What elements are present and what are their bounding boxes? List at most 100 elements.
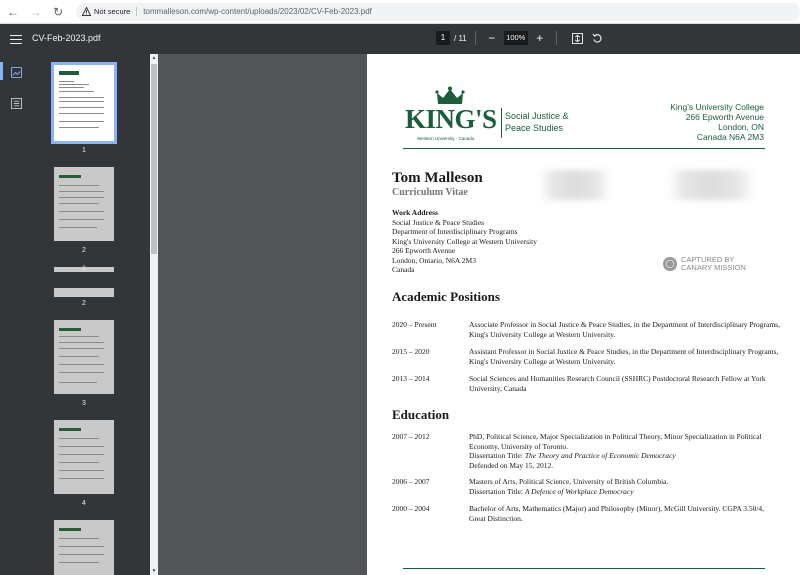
thumbnail-page-2[interactable]: [54, 167, 114, 241]
scroll-down-icon[interactable]: ▼: [151, 568, 157, 574]
work-address-line: 266 Epworth Avenue: [392, 246, 456, 255]
logo-divider: [501, 108, 502, 138]
education-entry: 2007 – 2012 PhD, Political Science, Majo…: [392, 432, 782, 470]
education-entry: 2006 – 2007 Masters of Arts, Political S…: [392, 477, 782, 496]
zoom-in-icon[interactable]: +: [532, 31, 548, 45]
forward-arrow-icon[interactable]: →: [26, 2, 46, 22]
cv-name: Tom Malleson: [392, 170, 483, 186]
entry-years: 2007 – 2012: [392, 432, 430, 441]
thumbnail-scrollbar[interactable]: ▲ ▼: [150, 54, 158, 575]
file-title: CV-Feb-2023.pdf: [32, 33, 101, 43]
warning-icon: [82, 7, 92, 16]
work-address-line: Social Justice & Peace Studies: [392, 217, 485, 227]
work-address-line: Department of Interdisciplinary Programs: [392, 227, 518, 236]
address-line: Canada N6A 2M3: [696, 132, 764, 142]
entry-years: 2013 – 2014: [392, 374, 430, 383]
entry-description: Masters of Arts, Political Science, Univ…: [469, 477, 782, 496]
outline-icon[interactable]: [11, 96, 23, 109]
total-pages: / 11: [454, 33, 467, 43]
menu-icon[interactable]: [10, 32, 22, 46]
entry-description: PhD, Political Science, Major Specializa…: [469, 432, 782, 470]
logo-subtitle: Social Justice & Peace Studies: [505, 111, 569, 133]
crown-icon: [435, 86, 465, 104]
logo-wordmark: KING'S: [405, 104, 497, 134]
address-line: London, ON: [718, 122, 764, 132]
toolbar-divider-2: [555, 31, 557, 45]
work-address: Work Address Social Justice & Peace Stud…: [392, 208, 537, 275]
kings-logo: KING'S Social Justice & Peace Studies We…: [403, 84, 583, 144]
pdf-page: KING'S Social Justice & Peace Studies We…: [367, 54, 800, 575]
work-address-line: King's University College at Western Uni…: [392, 236, 537, 246]
academic-entry: 2020 – Present Associate Professor in So…: [392, 320, 782, 339]
dissertation-line: Dissertation Title: A Defence of Workpla…: [469, 487, 782, 497]
entry-years: 2000 – 2004: [392, 504, 430, 513]
college-address: King's University College 266 Epworth Av…: [670, 102, 764, 142]
scroll-up-icon[interactable]: ▲: [151, 55, 157, 61]
page-controls: 1 / 11 − 100% +: [436, 31, 605, 45]
thumbnail-page-3[interactable]: [54, 320, 114, 394]
thumbnail-page-1[interactable]: [51, 62, 117, 144]
work-address-label: Work Address: [392, 208, 438, 217]
entry-description: Associate Professor in Social Justice & …: [469, 320, 780, 339]
toolbar-divider: [474, 31, 476, 45]
scrollbar-thumb[interactable]: [151, 64, 157, 254]
address-line: King's University College: [670, 102, 764, 112]
browser-address-bar: ← → ↻ Not secure tommalleson.com/wp-cont…: [0, 0, 800, 24]
education-heading: Education: [392, 407, 450, 422]
entry-description: Social Sciences and Humanities Research …: [469, 374, 766, 393]
thumbnail-page-4[interactable]: [54, 420, 114, 494]
thumbnail-label: 2: [82, 247, 86, 254]
back-arrow-icon[interactable]: ←: [3, 2, 23, 22]
entry-description: Assistant Professor in Social Justice & …: [469, 347, 779, 366]
dissertation-label: Dissertation Title:: [469, 451, 525, 460]
degree-line: Masters of Arts, Political Science, Univ…: [469, 477, 669, 486]
not-secure-label: Not secure: [94, 7, 131, 16]
thumbnail-page-2c[interactable]: [54, 288, 114, 297]
header-rule: [403, 148, 765, 149]
academic-entry: 2013 – 2014 Social Sciences and Humaniti…: [392, 374, 782, 393]
not-secure-chip[interactable]: Not secure: [82, 7, 138, 16]
degree-line: PhD, Political Science, Major Specializa…: [469, 432, 762, 451]
thumbnail-label: 3: [82, 400, 86, 407]
thumbnail-page-5[interactable]: [54, 520, 114, 575]
watermark-line: CANARY MISSION: [681, 263, 746, 272]
address-line: 266 Epworth Avenue: [685, 112, 764, 122]
dissertation-label: Dissertation Title:: [469, 486, 525, 496]
captured-watermark: ◯ CAPTURED BY CANARY MISSION: [663, 256, 746, 272]
thumbnails-icon[interactable]: [11, 65, 23, 78]
thumbnail-label: 2: [82, 300, 86, 307]
academic-positions-heading: Academic Positions: [392, 289, 500, 304]
dissertation-title: The Theory and Practice of Economic Demo…: [524, 451, 676, 460]
url-text[interactable]: tommalleson.com/wp-content/uploads/2023/…: [143, 7, 372, 16]
rotate-icon[interactable]: [591, 31, 605, 45]
omnibox[interactable]: Not secure tommalleson.com/wp-content/up…: [76, 2, 800, 21]
sidebar-rail: [0, 54, 34, 575]
canary-mission-icon: ◯: [663, 257, 677, 271]
defended-line: Defended on May 15, 2012.: [469, 460, 554, 470]
pdf-toolbar: CV-Feb-2023.pdf 1 / 11 − 100% +: [0, 24, 800, 54]
thumbnail-label: 1: [82, 147, 86, 154]
entry-years: 2020 – Present: [392, 320, 437, 329]
dissertation-line: Dissertation Title: The Theory and Pract…: [469, 451, 782, 461]
reload-icon[interactable]: ↻: [48, 2, 68, 22]
logo-tagline: Western University · Canada: [417, 136, 475, 141]
document-viewer: KING'S Social Justice & Peace Studies We…: [158, 54, 800, 575]
education-entry: 2000 – 2004 Bachelor of Arts, Mathematic…: [392, 504, 782, 523]
footer-rule: [403, 568, 765, 569]
redaction-blur: [667, 170, 755, 200]
redaction-blur: [539, 170, 611, 200]
dissertation-title: A Defence of Workplace Democracy: [524, 486, 634, 496]
thumbnail-label: 2: [82, 266, 86, 272]
work-address-line: London, Ontario, N6A 2M3: [392, 255, 476, 265]
entry-years: 2015 – 2020: [392, 347, 430, 356]
academic-entry: 2015 – 2020 Assistant Professor in Socia…: [392, 347, 782, 366]
thumbnail-label: 4: [82, 500, 86, 507]
zoom-out-icon[interactable]: −: [484, 31, 500, 45]
zoom-level[interactable]: 100%: [503, 31, 528, 45]
entry-description: Bachelor of Arts, Mathematics (Major) an…: [469, 504, 765, 523]
fit-page-icon[interactable]: [571, 31, 585, 45]
active-indicator: [0, 62, 3, 80]
cv-subtitle: Curriculum Vitae: [392, 187, 468, 198]
entry-years: 2006 – 2007: [392, 477, 430, 486]
page-number-input[interactable]: 1: [436, 31, 450, 45]
